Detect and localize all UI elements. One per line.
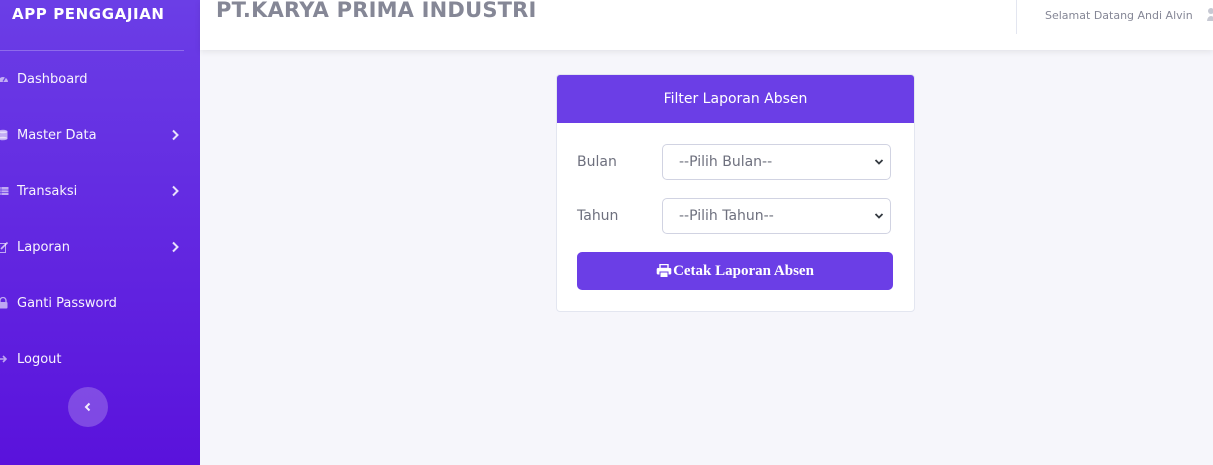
sidebar-item-label: Laporan: [17, 239, 70, 255]
year-label: Tahun: [577, 208, 619, 224]
chevron-left-icon: [84, 402, 91, 412]
brand-title[interactable]: APP PENGGAJIAN: [12, 5, 165, 23]
chevron-right-icon: [172, 129, 179, 141]
sidebar-item-label: Transaksi: [17, 183, 78, 199]
database-icon: [0, 129, 9, 141]
month-select[interactable]: --Pilih Bulan--: [662, 144, 891, 180]
sidebar-divider: [0, 50, 184, 51]
card-header: Filter Laporan Absen: [557, 75, 914, 123]
year-select[interactable]: --Pilih Tahun--: [662, 198, 891, 234]
chevron-right-icon: [172, 185, 179, 197]
year-select-value: --Pilih Tahun--: [679, 208, 774, 224]
user-icon[interactable]: [1207, 7, 1213, 21]
filter-card: Filter Laporan Absen Bulan --Pilih Bulan…: [556, 74, 915, 312]
sidebar-item-ganti-password[interactable]: Ganti Password: [0, 283, 200, 323]
sidebar-item-transaksi[interactable]: Transaksi: [0, 171, 200, 211]
sidebar-collapse-button[interactable]: [68, 387, 108, 427]
chevron-down-icon: [874, 213, 884, 219]
sidebar: APP PENGGAJIAN Dashboard Master Data Tra…: [0, 0, 200, 465]
sidebar-item-master-data[interactable]: Master Data: [0, 115, 200, 155]
card-title: Filter Laporan Absen: [663, 91, 808, 107]
company-title: PT.KARYA PRIMA INDUSTRI: [216, 0, 537, 22]
chevron-down-icon: [874, 159, 884, 165]
sidebar-item-laporan[interactable]: Laporan: [0, 227, 200, 267]
sidebar-item-label: Logout: [17, 351, 62, 367]
print-icon: [656, 264, 672, 278]
sidebar-item-dashboard[interactable]: Dashboard: [0, 59, 200, 99]
sidebar-item-logout[interactable]: Logout: [0, 339, 200, 379]
month-select-value: --Pilih Bulan--: [679, 154, 773, 170]
sidebar-item-label: Dashboard: [17, 71, 88, 87]
sidebar-item-label: Ganti Password: [17, 295, 117, 311]
topbar: PT.KARYA PRIMA INDUSTRI Selamat Datang A…: [200, 0, 1213, 50]
pencil-icon: [0, 241, 9, 253]
month-label: Bulan: [577, 154, 617, 170]
print-report-button[interactable]: Cetak Laporan Absen: [577, 252, 893, 290]
sign-out-icon: [0, 353, 9, 365]
table-icon: [0, 185, 9, 197]
sidebar-item-label: Master Data: [17, 127, 97, 143]
dashboard-icon: [0, 73, 9, 85]
topbar-divider: [1016, 0, 1017, 34]
lock-icon: [0, 297, 9, 309]
chevron-right-icon: [172, 241, 179, 253]
print-report-label: Cetak Laporan Absen: [673, 262, 814, 279]
welcome-text[interactable]: Selamat Datang Andi Alvin: [1045, 9, 1193, 22]
